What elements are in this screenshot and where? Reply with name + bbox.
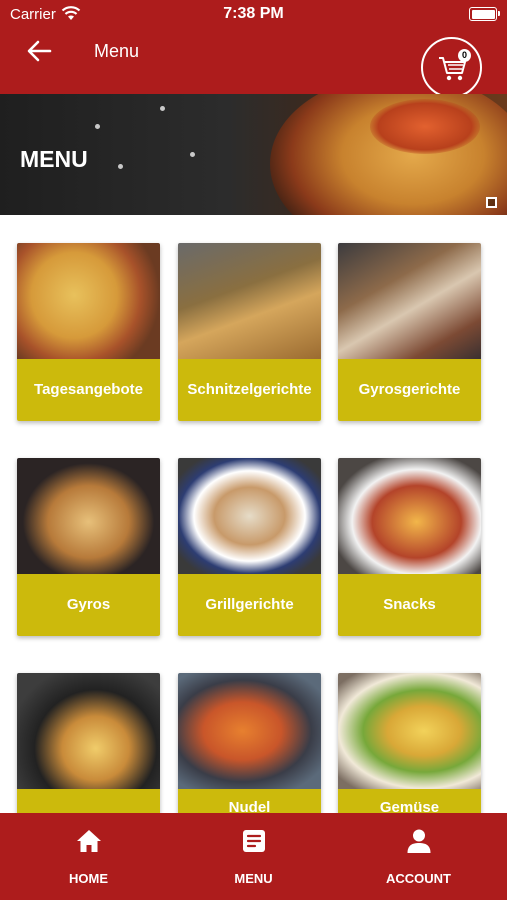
cart-button[interactable]: 0 bbox=[421, 37, 482, 98]
category-label: Nudel bbox=[178, 789, 321, 813]
status-bar: Carrier 7:38 PM bbox=[0, 0, 507, 30]
category-label: Gemüse bbox=[338, 789, 481, 813]
category-label: Schnitzelgerichte bbox=[178, 359, 321, 421]
back-arrow-icon[interactable] bbox=[26, 38, 52, 64]
category-image bbox=[338, 458, 481, 574]
hero-image-detail bbox=[370, 99, 480, 154]
category-image bbox=[338, 673, 481, 789]
category-card-gyros[interactable]: Gyros bbox=[17, 458, 160, 636]
hero-decoration bbox=[160, 106, 165, 111]
expand-icon[interactable] bbox=[486, 197, 497, 208]
category-grid: Tagesangebote Schnitzelgerichte Gyrosger… bbox=[0, 215, 507, 813]
category-card-tagesangebote[interactable]: Tagesangebote bbox=[17, 243, 160, 421]
home-icon bbox=[77, 830, 101, 852]
category-card-gemuese[interactable]: Gemüse bbox=[338, 673, 481, 813]
tab-home-label: HOME bbox=[69, 871, 108, 886]
category-label: Tagesangebote bbox=[17, 359, 160, 421]
battery-icon bbox=[469, 7, 500, 21]
category-label: Gyros bbox=[17, 574, 160, 636]
category-card-snacks[interactable]: Snacks bbox=[338, 458, 481, 636]
category-label: Grillgerichte bbox=[178, 574, 321, 636]
category-card-schnitzelgerichte[interactable]: Schnitzelgerichte bbox=[178, 243, 321, 421]
tab-home[interactable]: HOME bbox=[4, 813, 173, 900]
tab-menu[interactable]: MENU bbox=[169, 813, 338, 900]
category-label: Gyrosgerichte bbox=[338, 359, 481, 421]
hero-decoration bbox=[190, 152, 195, 157]
category-card-gyrosgerichte[interactable]: Gyrosgerichte bbox=[338, 243, 481, 421]
hero-title: MENU bbox=[20, 146, 88, 172]
cart-count-badge: 0 bbox=[458, 49, 471, 62]
category-image bbox=[178, 458, 321, 574]
clock: 7:38 PM bbox=[223, 5, 284, 22]
category-label bbox=[17, 789, 160, 813]
category-image bbox=[17, 243, 160, 359]
category-image bbox=[17, 458, 160, 574]
category-card-nudel[interactable]: Nudel bbox=[178, 673, 321, 813]
page-title: Menu bbox=[94, 41, 140, 61]
tab-menu-label: MENU bbox=[234, 871, 273, 886]
category-image bbox=[178, 243, 321, 359]
tab-account-label: ACCOUNT bbox=[386, 871, 451, 886]
category-image bbox=[338, 243, 481, 359]
category-image bbox=[178, 673, 321, 789]
category-card[interactable] bbox=[17, 673, 160, 813]
hero-decoration bbox=[95, 124, 100, 129]
account-icon bbox=[407, 829, 431, 853]
hero-banner: MENU bbox=[0, 94, 507, 215]
hero-decoration bbox=[118, 164, 123, 169]
category-label: Snacks bbox=[338, 574, 481, 636]
menu-icon bbox=[243, 830, 265, 852]
bottom-tab-bar: HOME MENU ACCOUNT bbox=[0, 813, 507, 900]
top-bar: Carrier 7:38 PM Menu 0 bbox=[0, 0, 507, 98]
category-image bbox=[17, 673, 160, 789]
category-card-grillgerichte[interactable]: Grillgerichte bbox=[178, 458, 321, 636]
tab-account[interactable]: ACCOUNT bbox=[334, 813, 503, 900]
